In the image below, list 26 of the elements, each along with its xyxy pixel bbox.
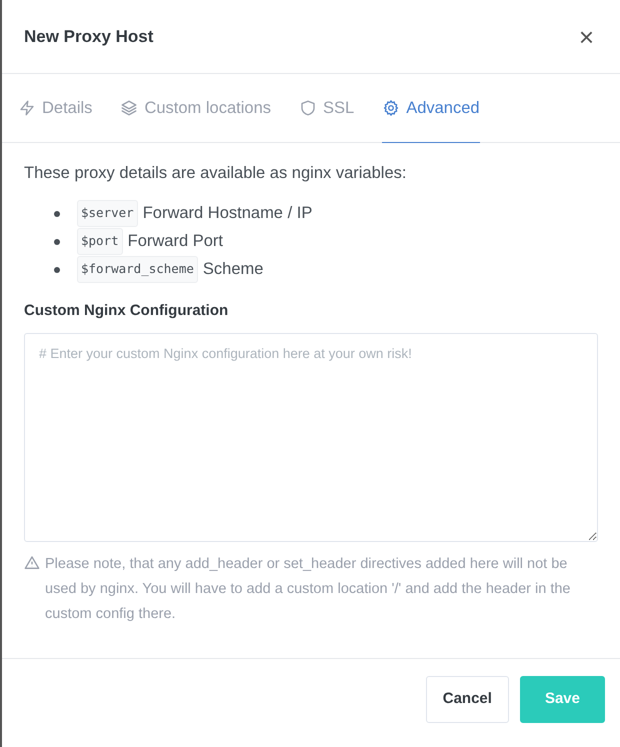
bullet xyxy=(54,210,60,217)
cancel-button[interactable]: Cancel xyxy=(426,676,509,722)
variable-description: Forward Hostname / IP xyxy=(142,203,312,224)
variable-description: Scheme xyxy=(202,259,264,280)
variable-code: $forward_scheme xyxy=(77,256,198,284)
field-label: Custom Nginx Configuration xyxy=(24,300,230,321)
layers-icon xyxy=(120,99,138,117)
shield-icon xyxy=(299,99,317,117)
variable-code: $port xyxy=(77,228,123,256)
gear-icon xyxy=(382,99,400,117)
variable-description: Forward Port xyxy=(128,231,223,252)
modal-title: New Proxy Host xyxy=(24,26,154,48)
warning-icon xyxy=(24,555,40,572)
tab[interactable]: Custom locations xyxy=(120,74,271,143)
config-textarea[interactable]: # Enter your custom Nginx configuration here at your own risk! xyxy=(24,333,598,542)
close-button[interactable]: × xyxy=(574,24,598,50)
save-button[interactable]: Save xyxy=(520,676,605,722)
tab[interactable]: Advanced xyxy=(382,74,480,143)
tab[interactable]: Details xyxy=(18,74,92,143)
bolt-icon xyxy=(18,99,36,117)
bullet xyxy=(54,266,60,273)
tab[interactable]: SSL xyxy=(299,74,354,143)
note-text: Please note, that any add_header or set_header directives added here will not be used by nginx. You will have to add a custom location '/' and add the header in the custom config there. xyxy=(45,555,572,624)
bullet xyxy=(54,238,60,245)
intro-text: These proxy details are available as nginx variables: xyxy=(24,163,408,184)
variable-code: $server xyxy=(77,200,138,228)
